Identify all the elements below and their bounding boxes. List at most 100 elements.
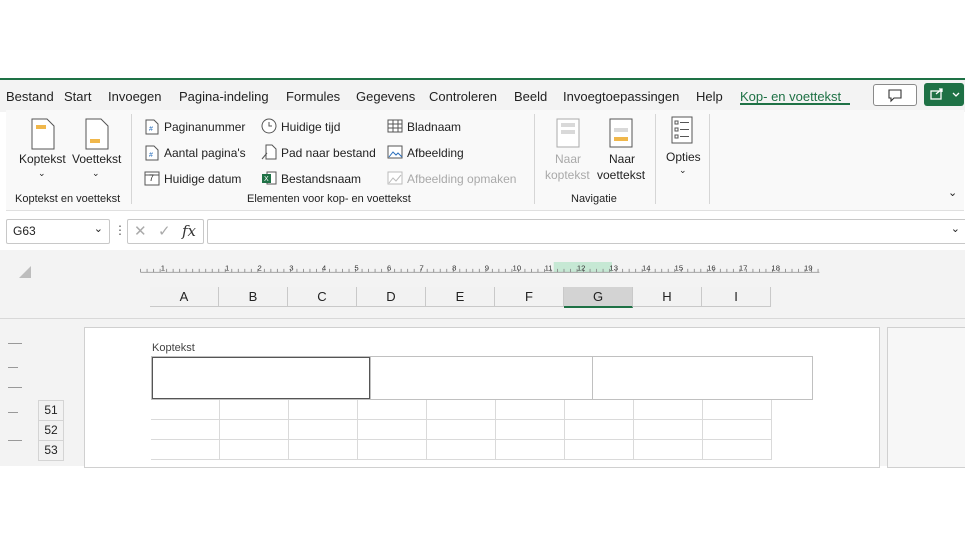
grid-cell[interactable] <box>358 420 427 440</box>
column-header-b[interactable]: B <box>219 287 288 307</box>
next-page <box>887 327 965 468</box>
column-header-g[interactable]: G <box>564 287 633 308</box>
column-header-a[interactable]: A <box>150 287 219 307</box>
confirm-icon[interactable]: ✓ <box>158 222 171 240</box>
grid-cell[interactable] <box>220 420 289 440</box>
tab-kop-en-voettekst[interactable]: Kop- en voettekst <box>740 89 841 104</box>
grid-cell[interactable] <box>703 420 772 440</box>
afbeelding-button[interactable]: Afbeelding <box>407 146 464 160</box>
grid-cell[interactable] <box>703 400 772 420</box>
grid-cell[interactable] <box>289 420 358 440</box>
naar-koptekst-line2[interactable]: koptekst <box>545 168 590 182</box>
grid-cell[interactable] <box>220 400 289 420</box>
header-left-section[interactable] <box>152 357 370 399</box>
collapse-ribbon-icon[interactable]: ⌄ <box>948 186 957 199</box>
column-header-d[interactable]: D <box>357 287 426 307</box>
grid-cell[interactable] <box>703 440 772 460</box>
tab-bestand[interactable]: Bestand <box>6 89 54 104</box>
svg-text:#: # <box>149 152 153 159</box>
grid-cell[interactable] <box>634 400 703 420</box>
svg-text:#: # <box>149 126 153 133</box>
ruler-label: 6 <box>387 264 391 273</box>
row-header-53[interactable]: 53 <box>38 440 64 461</box>
tab-controleren[interactable]: Controleren <box>429 89 497 104</box>
naar-voettekst-line2[interactable]: voettekst <box>597 168 645 182</box>
grid-cell[interactable] <box>565 440 634 460</box>
grid-cell[interactable] <box>427 420 496 440</box>
bladnaam-button[interactable]: Bladnaam <box>407 120 461 134</box>
grid-cell[interactable] <box>496 420 565 440</box>
ruler-label: 11 <box>545 264 553 273</box>
header-right-section[interactable] <box>593 357 811 399</box>
huidige-datum-button[interactable]: Huidige datum <box>164 172 241 186</box>
tab-invoegen[interactable]: Invoegen <box>108 89 162 104</box>
header-divider <box>0 318 965 319</box>
group-separator <box>655 114 656 204</box>
naar-koptekst-line1[interactable]: Naar <box>555 152 581 166</box>
comments-button[interactable] <box>873 84 917 106</box>
grid-cell[interactable] <box>358 400 427 420</box>
grid-cell[interactable] <box>496 440 565 460</box>
grid-cell[interactable] <box>358 440 427 460</box>
page-layout-page: Koptekst <box>84 327 880 468</box>
grid-cell[interactable] <box>151 440 220 460</box>
expand-formula-icon[interactable]: ⌄ <box>951 222 960 235</box>
huidige-tijd-button[interactable]: Huidige tijd <box>281 120 340 134</box>
grid-cell[interactable] <box>496 400 565 420</box>
column-header-c[interactable]: C <box>288 287 357 307</box>
voettekst-button[interactable]: Voettekst <box>72 152 121 166</box>
paginanummer-button[interactable]: Paginanummer <box>164 120 245 134</box>
grid-cell[interactable] <box>565 400 634 420</box>
row-header-51[interactable]: 51 <box>38 400 64 421</box>
ruler-label: 17 <box>739 264 748 273</box>
grid-cell[interactable] <box>634 420 703 440</box>
share-button[interactable] <box>924 83 964 106</box>
more-options-icon[interactable]: ⋮ <box>114 223 126 237</box>
row-header-52[interactable]: 52 <box>38 420 64 441</box>
column-headers: ABCDEFGHI <box>150 287 772 308</box>
tab-start[interactable]: Start <box>64 89 91 104</box>
grid-cell[interactable] <box>427 400 496 420</box>
column-header-f[interactable]: F <box>495 287 564 307</box>
grid-cell[interactable] <box>634 440 703 460</box>
tab-help[interactable]: Help <box>696 89 723 104</box>
opties-button[interactable]: Opties <box>666 150 701 164</box>
group-separator <box>131 114 132 204</box>
tab-pagina-indeling[interactable]: Pagina-indeling <box>179 89 269 104</box>
grid-cell[interactable] <box>427 440 496 460</box>
cancel-icon[interactable]: ✕ <box>134 222 147 240</box>
chevron-down-icon: ⌄ <box>93 223 103 235</box>
insert-function-icon[interactable]: fx <box>182 222 196 240</box>
ruler-label: 3 <box>289 264 293 273</box>
go-to-header-icon <box>556 118 580 148</box>
grid-cell[interactable] <box>151 400 220 420</box>
tab-beeld[interactable]: Beeld <box>514 89 547 104</box>
aantal-paginas-button[interactable]: Aantal pagina's <box>164 146 246 160</box>
name-box[interactable]: G63 ⌄ <box>6 219 110 244</box>
grid-cell[interactable] <box>289 400 358 420</box>
column-header-h[interactable]: H <box>633 287 702 307</box>
ruler-label: 13 <box>609 264 618 273</box>
grid-cell[interactable] <box>289 440 358 460</box>
pad-naar-bestand-button[interactable]: Pad naar bestand <box>281 146 376 160</box>
ruler-label: 12 <box>577 264 586 273</box>
active-tab-underline <box>740 103 850 105</box>
select-all-icon[interactable] <box>18 265 32 279</box>
ruler-label: 18 <box>771 264 780 273</box>
afbeelding-opmaken-button[interactable]: Afbeelding opmaken <box>407 172 516 186</box>
chevron-down-icon: ⌄ <box>679 165 687 175</box>
column-header-i[interactable]: I <box>702 287 771 307</box>
tab-gegevens[interactable]: Gegevens <box>356 89 415 104</box>
tab-invoegtoepassingen[interactable]: Invoegtoepassingen <box>563 89 679 104</box>
grid-cell[interactable] <box>220 440 289 460</box>
bestandsnaam-button[interactable]: Bestandsnaam <box>281 172 361 186</box>
ruler-label: 1 <box>161 264 165 273</box>
grid-cell[interactable] <box>565 420 634 440</box>
column-header-e[interactable]: E <box>426 287 495 307</box>
formula-input[interactable]: ⌄ <box>207 219 965 244</box>
header-center-section[interactable] <box>370 357 593 399</box>
koptekst-button[interactable]: Koptekst <box>19 152 66 166</box>
tab-formules[interactable]: Formules <box>286 89 340 104</box>
grid-cell[interactable] <box>151 420 220 440</box>
naar-voettekst-line1[interactable]: Naar <box>609 152 635 166</box>
